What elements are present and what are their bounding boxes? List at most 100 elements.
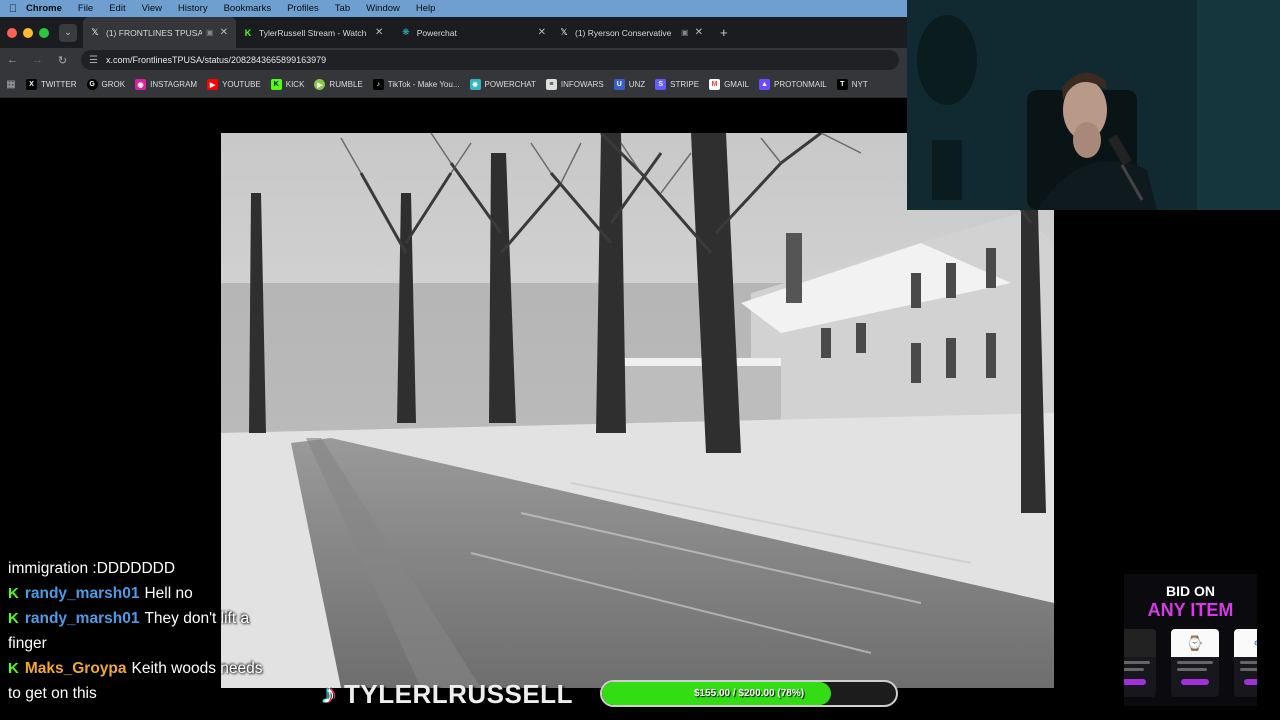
chat-text: Keith woods needs [131,660,263,677]
chat-message: Krandy_marsh01 Hell no [0,581,300,606]
bookmark-infowars[interactable]: ≡ INFOWARS [545,79,604,90]
item-price-line [1124,661,1150,664]
bookmark-unz[interactable]: U UNZ [613,79,645,90]
gmail-icon: M [709,79,721,90]
url-input[interactable]: ☰ x.com/FrontlinesTPUSA/status/208284366… [81,50,899,70]
menu-tab[interactable]: Tab [335,3,350,14]
picture-in-picture-icon[interactable]: ▣ [681,28,689,37]
bookmark-kick[interactable]: K KICK [270,79,305,90]
bookmark-nyt[interactable]: T NYT [836,79,868,90]
tab-ryerson-conservative[interactable]: 𝕏 (1) Ryerson Conservative ▣ ✕ [552,17,710,48]
tab-title: (1) FRONTLINES TPUSA o [106,27,202,38]
bookmark-stripe[interactable]: S STRIPE [655,79,699,90]
menu-app-name[interactable]: Chrome [26,3,62,14]
zoom-window-button[interactable] [39,27,49,38]
tab-powerchat[interactable]: ❋ Powerchat ✕ [394,17,552,48]
apps-grid-icon[interactable]: ▦ [0,79,22,90]
youtube-icon: ▶ [207,79,219,90]
url-text: x.com/FrontlinesTPUSA/status/20828436658… [105,55,327,65]
bookmark-protonmail[interactable]: ▲ PROTONMAIL [758,79,827,90]
item-detail-line [1177,668,1207,671]
nyt-icon: T [836,79,848,90]
instagram-icon: ◉ [135,79,147,90]
tiktok-icon: ♪ [372,79,384,90]
bid-button-shape [1181,679,1209,685]
auction-item-cards: ⌚ ⚭ [1124,629,1257,697]
webcam-overlay [907,0,1280,210]
bookmark-youtube[interactable]: ▶ YOUTUBE [207,79,261,90]
item-price-line [1177,661,1213,664]
new-tab-button[interactable]: + [720,25,728,40]
chat-text: Hell no [144,585,193,602]
close-tab-icon[interactable]: ✕ [538,27,546,38]
video-player[interactable] [221,133,1054,688]
forward-arrow-icon[interactable]: → [25,54,50,66]
bookmark-label: GMAIL [724,80,749,89]
picture-in-picture-icon[interactable]: ▣ [206,28,214,37]
bookmark-label: INSTAGRAM [150,80,198,89]
item-detail-line [1240,668,1257,671]
chat-text: to get on this [8,685,97,702]
tab-search-button[interactable]: ⌄ [59,23,77,42]
bookmark-grok[interactable]: G GROK [86,79,126,90]
kick-badge-icon: K [8,610,19,627]
bookmark-instagram[interactable]: ◉ INSTAGRAM [135,79,197,90]
tiktok-icon: ♪ [322,678,336,709]
apple-icon[interactable]:  [0,3,26,15]
bid-subheading: ANY ITEM [1147,600,1234,620]
site-info-icon[interactable]: ☰ [89,55,98,66]
unz-icon: U [613,79,625,90]
reload-icon[interactable]: ↻ [50,54,75,67]
bookmark-tiktok[interactable]: ♪ TikTok - Make You... [372,79,460,90]
x-logo-icon: X [26,79,37,90]
bookmark-label: TikTok - Make You... [387,80,460,89]
chat-text: They don't lift a [144,610,250,627]
menu-file[interactable]: File [78,3,93,14]
bookmark-label: RUMBLE [329,80,363,89]
mac-menu-bar:  Chrome File Edit View History Bookmark… [0,0,907,17]
chat-username: Maks_Groypa [24,660,127,677]
necklace-icon: ⚭ [1234,629,1257,657]
bookmark-label: STRIPE [670,80,700,89]
close-tab-icon[interactable]: ✕ [375,27,383,38]
bookmark-twitter[interactable]: X TWITTER [26,79,77,90]
chat-text: immigration :DDDDDDD [8,560,176,577]
bid-button-shape [1124,679,1146,685]
kick-badge-icon: K [8,585,19,602]
bookmark-rumble[interactable]: ▶ RUMBLE [314,79,363,90]
chat-message: to get on this [0,681,300,706]
close-window-button[interactable] [7,27,17,38]
donation-goal-bar: $155.00 / $200.00 (78%) [600,680,898,707]
menu-edit[interactable]: Edit [109,3,125,14]
chat-text: finger [8,635,47,652]
menu-profiles[interactable]: Profiles [287,3,319,14]
tab-tylerrussell-stream[interactable]: K TylerRussell Stream - Watch ✕ [236,17,394,48]
close-tab-icon[interactable]: ✕ [220,27,228,38]
chat-message: finger [0,631,300,656]
tab-frontlines[interactable]: 𝕏 (1) FRONTLINES TPUSA o ▣ ✕ [83,17,236,48]
chat-message: K Maks_Groypa Keith woods needs [0,656,300,681]
bid-button-shape [1244,679,1257,685]
minimize-window-button[interactable] [23,27,33,38]
menu-help[interactable]: Help [416,3,436,14]
back-arrow-icon[interactable]: ← [0,54,25,66]
item-detail-line [1124,668,1144,671]
bookmark-label: TWITTER [41,80,77,89]
menu-bookmarks[interactable]: Bookmarks [224,3,272,14]
grok-icon: G [86,79,98,90]
bookmark-label: KICK [285,80,305,89]
menu-window[interactable]: Window [366,3,400,14]
bookmark-label: INFOWARS [560,80,604,89]
bookmark-powerchat[interactable]: ❋ POWERCHAT [469,79,536,90]
auction-item-card [1124,629,1156,697]
goal-progress-text: $155.00 / $200.00 (78%) [693,688,805,699]
menu-view[interactable]: View [142,3,162,14]
bid-heading: BID ON [1166,583,1215,599]
x-logo-icon: 𝕏 [91,27,99,37]
menu-history[interactable]: History [178,3,208,14]
bookmark-label: GROK [101,80,126,89]
rumble-icon: ▶ [314,79,326,90]
bookmark-label: NYT [851,80,868,89]
bookmark-gmail[interactable]: M GMAIL [709,79,749,90]
close-tab-icon[interactable]: ✕ [695,27,703,38]
